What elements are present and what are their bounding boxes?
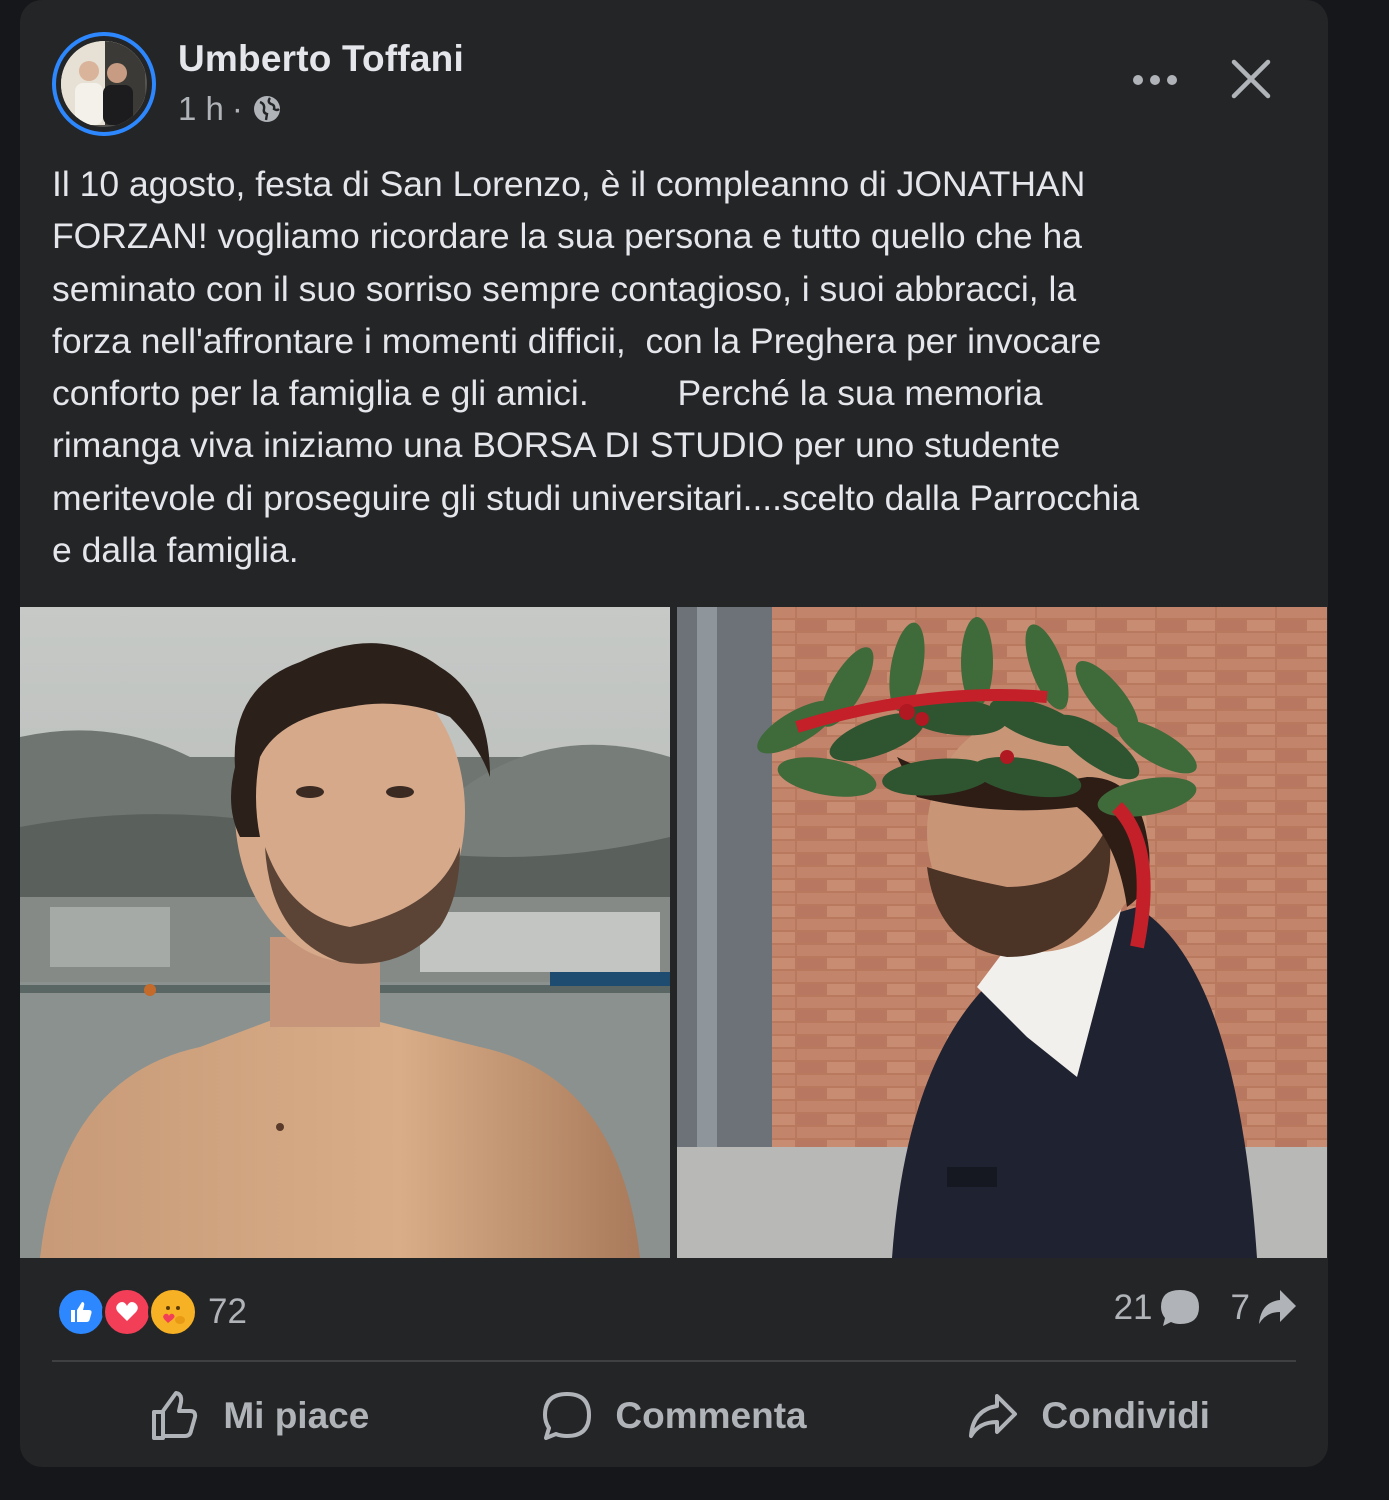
photo-man-seaside[interactable] xyxy=(20,607,670,1258)
shares-count-button[interactable]: 7 xyxy=(1231,1288,1298,1328)
share-arrow-icon xyxy=(1259,1290,1296,1324)
reaction-count: 72 xyxy=(208,1292,247,1331)
close-icon xyxy=(1231,59,1271,99)
avatar-photo xyxy=(61,41,147,127)
photo-graduate-laurel-wreath[interactable] xyxy=(677,607,1327,1258)
like-button[interactable]: Mi piace xyxy=(52,1372,467,1460)
post-actions: Mi piace Commenta Condividi xyxy=(52,1372,1296,1460)
reactions-summary[interactable]: 72 xyxy=(56,1286,247,1338)
comments-count: 21 xyxy=(1113,1288,1153,1327)
more-options-icon xyxy=(1133,75,1177,85)
shares-count: 7 xyxy=(1230,1288,1250,1327)
post-meta: 1 h · xyxy=(178,90,283,128)
comments-count-button[interactable]: 21 xyxy=(1114,1288,1201,1328)
actions-divider xyxy=(52,1360,1296,1362)
post-time[interactable]: 1 h xyxy=(178,90,224,128)
post-text: Il 10 agosto, festa di San Lorenzo, è il… xyxy=(52,164,1140,571)
comment-icon xyxy=(543,1392,592,1440)
care-reaction-icon xyxy=(148,1287,198,1337)
like-reaction-icon xyxy=(56,1287,106,1337)
more-options-button[interactable] xyxy=(1120,52,1190,108)
comment-bubble-icon xyxy=(1160,1290,1199,1326)
comment-button[interactable]: Commenta xyxy=(467,1372,882,1460)
author-name[interactable]: Umberto Toffani xyxy=(178,38,464,80)
share-icon xyxy=(969,1394,1018,1438)
close-button[interactable] xyxy=(1216,44,1286,114)
post-stats: 21 7 xyxy=(1114,1288,1298,1328)
like-label: Mi piace xyxy=(223,1395,370,1436)
author-avatar[interactable] xyxy=(52,32,156,136)
meta-separator: · xyxy=(231,90,243,127)
share-button[interactable]: Condividi xyxy=(881,1372,1296,1460)
thumbs-up-icon xyxy=(152,1391,198,1440)
share-label: Condividi xyxy=(1041,1395,1210,1436)
love-reaction-icon xyxy=(102,1287,152,1337)
globe-icon[interactable] xyxy=(251,93,283,125)
comment-label: Commenta xyxy=(615,1395,807,1436)
post-card: Umberto Toffani 1 h · Il 10 agosto, fest… xyxy=(20,0,1328,1467)
